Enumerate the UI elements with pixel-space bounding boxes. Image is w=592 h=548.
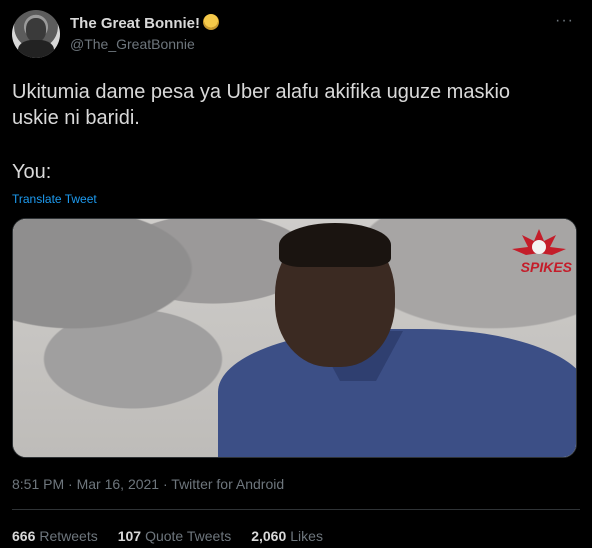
more-horizontal-icon[interactable]: ···: [555, 12, 574, 30]
avatar-face: [26, 18, 46, 42]
avatar[interactable]: [12, 10, 60, 58]
tweet-stats: 666 Retweets 107 Quote Tweets 2,060 Likes: [12, 528, 323, 544]
tweet-text-line1: Ukitumia dame pesa ya Uber alafu akifika…: [12, 81, 511, 103]
media-person-shirt: [218, 329, 576, 457]
media-person-hair: [279, 223, 391, 267]
retweets-label: Retweets: [39, 528, 98, 544]
timestamp-separator: ·: [68, 476, 73, 492]
timestamp-separator: ·: [162, 476, 168, 492]
spikes-logo-text: SPIKES: [520, 259, 572, 275]
likes-label: Likes: [290, 528, 323, 544]
tweet-source[interactable]: Twitter for Android: [171, 476, 284, 492]
tweet-media-video[interactable]: SPIKES: [12, 218, 577, 458]
tweet-date[interactable]: Mar 16, 2021: [77, 476, 160, 492]
emoji-icon: [203, 14, 220, 30]
quote-tweets-stat[interactable]: 107 Quote Tweets: [118, 528, 232, 544]
retweets-count: 666: [12, 528, 36, 544]
display-name-text: The Great Bonnie!: [70, 15, 201, 32]
user-handle[interactable]: @The_GreatBonnie: [70, 36, 195, 52]
tweet-time[interactable]: 8:51 PM: [12, 476, 64, 492]
avatar-body: [18, 40, 54, 58]
quote-tweets-count: 107: [117, 528, 142, 544]
tweet-text: Ukitumia dame pesa ya Uber alafu akifika…: [12, 79, 582, 131]
tweet-text-line2: uskie ni baridi.: [12, 107, 140, 129]
divider: [12, 509, 580, 510]
tweet-timestamp: 8:51 PM · Mar 16, 2021 · Twitter for And…: [12, 476, 284, 492]
likes-count: 2,060: [251, 528, 287, 544]
quote-tweets-label: Quote Tweets: [145, 528, 232, 544]
retweets-stat[interactable]: 666 Retweets: [12, 528, 98, 544]
translate-tweet-link[interactable]: Translate Tweet: [12, 192, 97, 206]
likes-stat[interactable]: 2,060 Likes: [251, 528, 323, 544]
tweet-text-you: You:: [12, 161, 52, 183]
display-name[interactable]: The Great Bonnie!: [70, 14, 220, 32]
